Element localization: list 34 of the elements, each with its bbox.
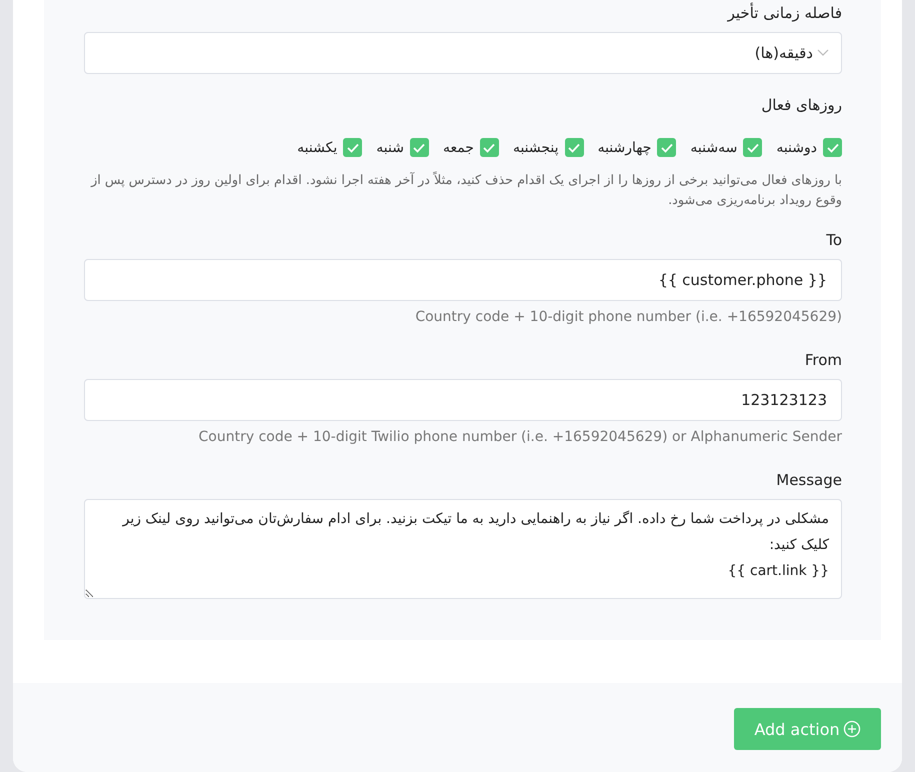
unit-select[interactable]: دقیقه(ها) — [84, 32, 842, 74]
check-icon — [346, 142, 359, 152]
hint-text: Country code + 10-digit Twilio phone number (i.e. +16592045629) or Alphanumeric Sender — [198, 428, 842, 447]
day-checkbox[interactable]: شنبه — [376, 138, 429, 157]
field-label: روزهای فعال — [761, 95, 842, 116]
field-label: فاصله زمانی تأخیر — [728, 2, 842, 24]
checkbox[interactable] — [823, 138, 842, 157]
day-checkbox[interactable]: یکشنبه — [297, 138, 362, 157]
chevron-down-icon — [817, 49, 829, 57]
check-icon — [660, 142, 673, 152]
plus-circle-icon — [842, 720, 861, 738]
help-text: با روزهای فعال می‌توانید برخی از روزها را از اجرای یک اقدام حذف کنید، مثلاً در آخر هفته اجرا نشود. اقدام برای اولین روز در دسترس پس از وقوع رویداد برنامه‌ریزی می‌شود. — [90, 171, 842, 210]
day-checkbox[interactable]: جمعه — [442, 138, 499, 157]
check-icon — [413, 142, 426, 152]
checkbox[interactable] — [743, 138, 762, 157]
field-label: Message — [776, 470, 842, 491]
from-input[interactable]: 123123123 — [84, 379, 842, 421]
day-checkbox[interactable]: پنجشنبه — [512, 138, 584, 157]
check-icon — [568, 142, 580, 152]
field-label: To — [826, 230, 842, 251]
to-input[interactable]: {{ customer.phone }} — [84, 259, 842, 301]
day-checkbox[interactable]: سه‌شنبه — [690, 138, 762, 157]
check-icon — [483, 142, 496, 152]
hint-text: Country code + 10-digit phone number (i.e. +16592045629) — [414, 308, 842, 327]
check-icon — [746, 142, 759, 152]
checkbox[interactable] — [564, 138, 584, 157]
day-checkbox[interactable]: دوشنبه — [776, 138, 842, 157]
field-label: From — [804, 350, 842, 371]
checkbox[interactable] — [410, 138, 429, 157]
checkbox[interactable] — [657, 138, 676, 157]
checkbox[interactable] — [480, 138, 499, 157]
check-icon — [826, 142, 838, 152]
day-checkbox[interactable]: چهارشنبه — [598, 138, 676, 157]
checkbox[interactable] — [343, 138, 362, 157]
